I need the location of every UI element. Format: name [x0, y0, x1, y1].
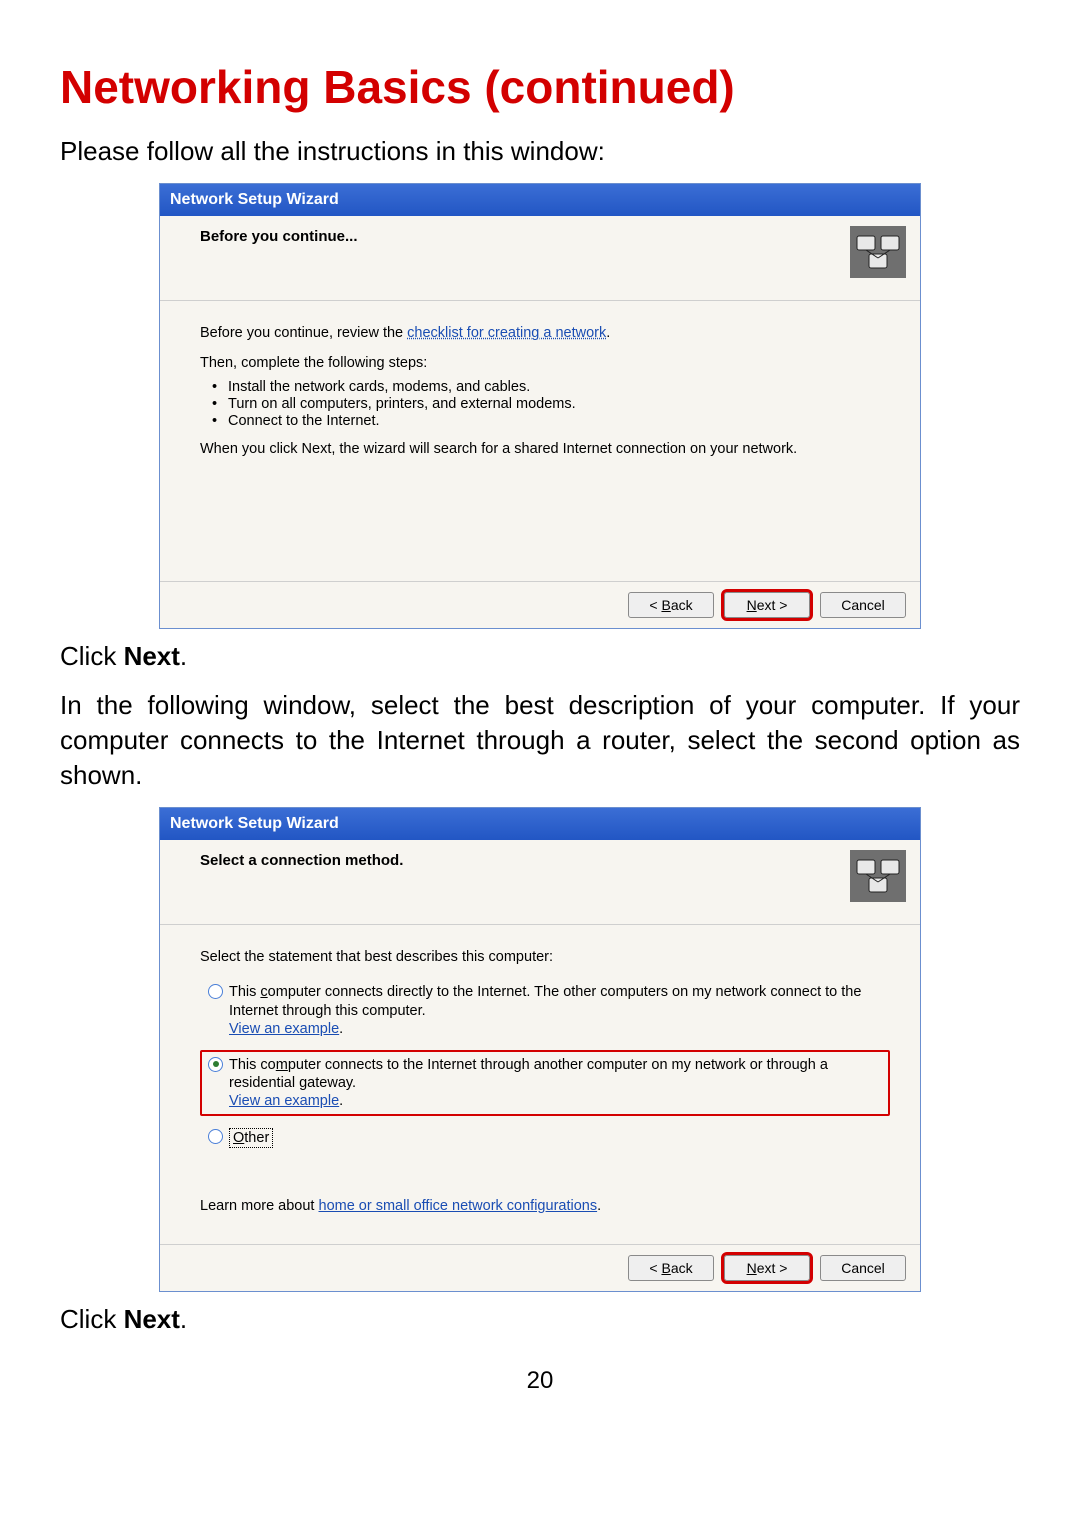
titlebar: Network Setup Wizard: [160, 184, 920, 216]
wizard-prompt: Select the statement that best describes…: [200, 949, 890, 965]
network-computers-icon: [850, 850, 906, 902]
click-next-text: Click Next.: [60, 1302, 1020, 1337]
wizard-header: Before you continue...: [200, 226, 358, 245]
next-button[interactable]: Next >: [724, 592, 810, 618]
cancel-button[interactable]: Cancel: [820, 1255, 906, 1281]
bullet-item: Turn on all computers, printers, and ext…: [218, 396, 890, 412]
titlebar: Network Setup Wizard: [160, 808, 920, 840]
intro-text: Please follow all the instructions in th…: [60, 134, 1020, 169]
paragraph-text: In the following window, select the best…: [60, 688, 1020, 793]
radio-icon: [208, 1129, 223, 1144]
radio-option-direct[interactable]: This computer connects directly to the I…: [200, 977, 890, 1043]
bullet-item: Install the network cards, modems, and c…: [218, 379, 890, 395]
learn-more-text: Learn more about home or small office ne…: [200, 1198, 890, 1214]
wizard-text: Before you continue, review the checklis…: [200, 325, 890, 341]
radio-icon: [208, 1057, 223, 1072]
back-button[interactable]: < Back: [628, 1255, 714, 1281]
view-example-link[interactable]: View an example: [229, 1021, 339, 1037]
next-button[interactable]: Next >: [724, 1255, 810, 1281]
page-number: 20: [60, 1367, 1020, 1395]
network-computers-icon: [850, 226, 906, 278]
wizard-text: When you click Next, the wizard will sea…: [200, 441, 890, 457]
bullet-item: Connect to the Internet.: [218, 413, 890, 429]
checklist-link[interactable]: checklist for creating a network: [407, 325, 606, 341]
radio-option-gateway[interactable]: This computer connects to the Internet t…: [200, 1050, 890, 1116]
wizard-window-select-connection: Network Setup Wizard Select a connection…: [159, 807, 921, 1292]
window-title: Network Setup Wizard: [170, 191, 339, 209]
radio-option-other[interactable]: Other: [200, 1122, 890, 1154]
back-button[interactable]: < Back: [628, 592, 714, 618]
window-title: Network Setup Wizard: [170, 815, 339, 833]
radio-icon: [208, 984, 223, 999]
view-example-link[interactable]: View an example: [229, 1093, 339, 1109]
learn-more-link[interactable]: home or small office network configurati…: [319, 1198, 598, 1214]
page-title: Networking Basics (continued): [60, 60, 1020, 114]
wizard-text: Then, complete the following steps:: [200, 355, 890, 371]
cancel-button[interactable]: Cancel: [820, 592, 906, 618]
click-next-text: Click Next.: [60, 639, 1020, 674]
wizard-header: Select a connection method.: [200, 850, 403, 869]
wizard-window-before-you-continue: Network Setup Wizard Before you continue…: [159, 183, 921, 629]
